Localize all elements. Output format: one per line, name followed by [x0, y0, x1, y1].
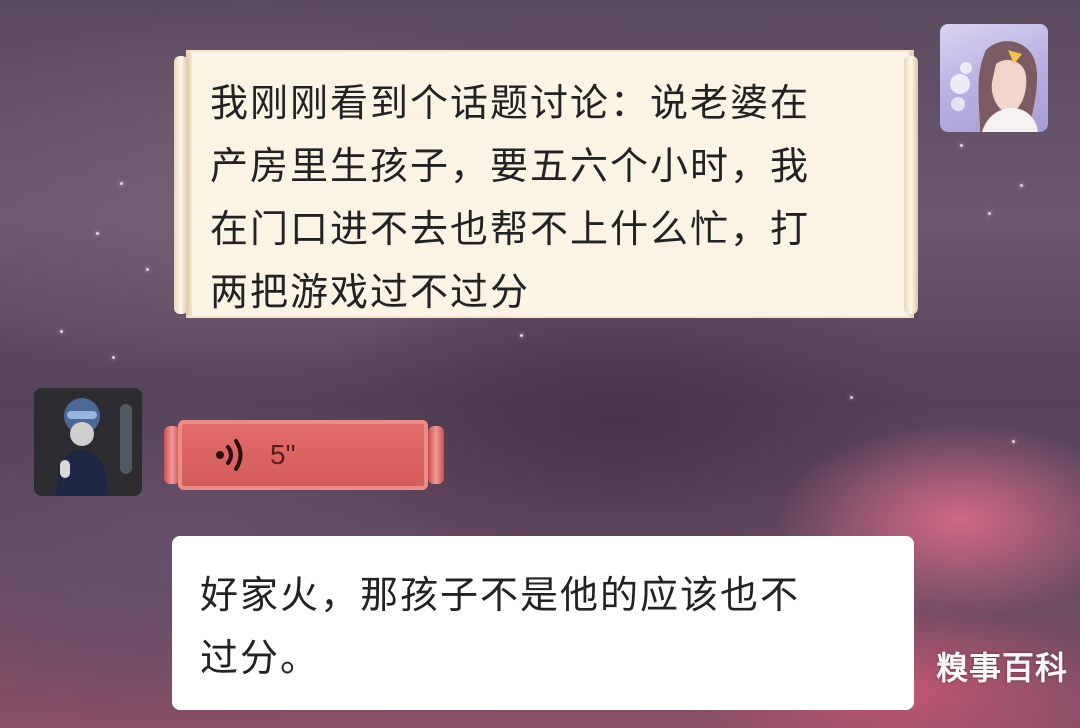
scroll-right-roll [904, 56, 918, 314]
user-avatar-left[interactable] [34, 388, 142, 496]
user-avatar-right[interactable] [940, 24, 1048, 132]
message-text-right: 我刚刚看到个话题讨论：说老婆在 产房里生孩子，要五六个小时，我 在门口进不去也帮… [210, 81, 811, 314]
voice-wave-icon [212, 437, 252, 473]
voice-bubble-right-roll [428, 426, 444, 484]
helmet-person-avatar-illustration [34, 388, 142, 496]
voice-duration: 5" [270, 439, 296, 470]
watermark: 糗事百科 [936, 649, 1069, 687]
girl-avatar-illustration [950, 41, 1038, 132]
scroll-left-roll [174, 56, 188, 314]
message-text-left: 好家火，那孩子不是他的应该也不 过分。 [200, 573, 801, 680]
